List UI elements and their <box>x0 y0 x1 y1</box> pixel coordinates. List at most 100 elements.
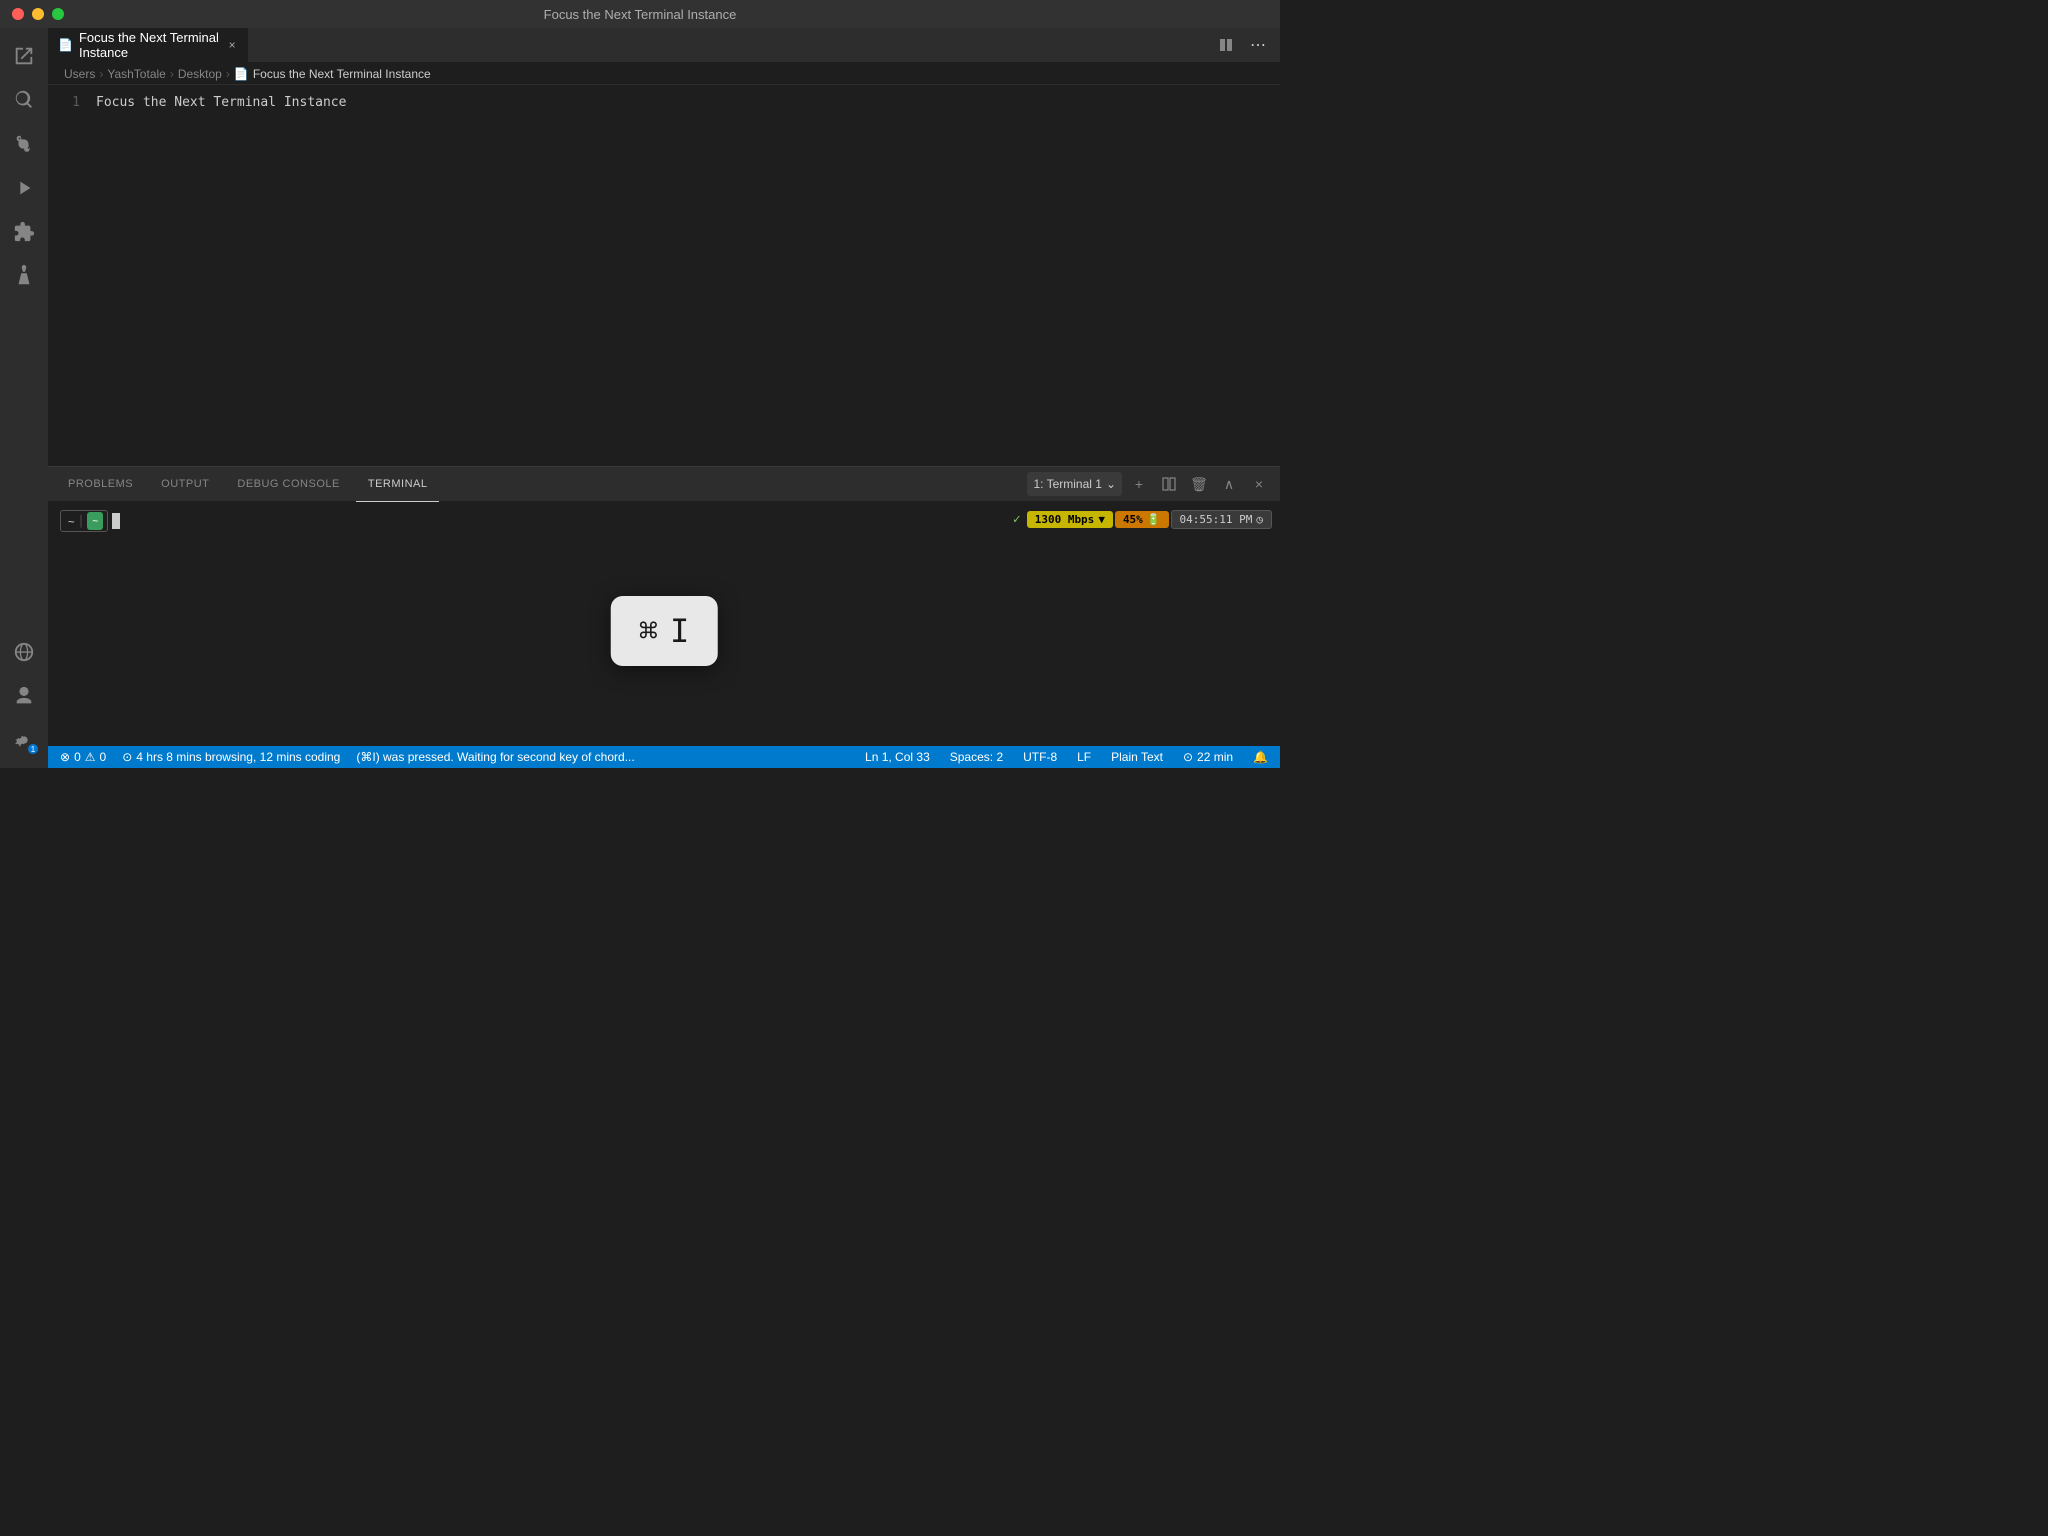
tab-terminal[interactable]: TERMINAL <box>356 467 440 502</box>
terminal-select[interactable]: 1: Terminal 1 ⌄ <box>1027 472 1122 496</box>
line-ending-setting[interactable]: LF <box>1073 746 1095 768</box>
clock-small-icon: ⊙ <box>122 750 132 764</box>
breadcrumb-sep-3: › <box>226 67 230 81</box>
error-number: 0 <box>74 750 81 764</box>
sidebar-item-remote[interactable] <box>4 632 44 672</box>
chord-text: (⌘I) was pressed. Waiting for second key… <box>356 750 634 764</box>
battery-status-pill: 45% 🔋 <box>1115 511 1169 528</box>
bell-button[interactable]: 🔔 <box>1249 746 1272 768</box>
editor-content[interactable]: 1 Focus the Next Terminal Instance <box>48 85 1280 466</box>
breadcrumb-desktop[interactable]: Desktop <box>178 67 222 81</box>
search-icon <box>13 89 35 111</box>
warning-icon: ⚠ <box>85 750 96 764</box>
battery-level: 45% <box>1123 513 1143 526</box>
sidebar-item-search[interactable] <box>4 80 44 120</box>
more-actions-icon: ⋯ <box>1250 35 1266 55</box>
breadcrumb-file-icon: 📄 <box>234 67 249 81</box>
line-number-1: 1 <box>56 93 96 114</box>
prompt-home: ~ <box>68 515 75 528</box>
status-bar-left: ⊗ 0 ⚠ 0 ⊙ 4 hrs 8 mins browsing, 12 mins… <box>56 746 639 768</box>
breadcrumb-yashtotale[interactable]: YashTotale <box>107 67 165 81</box>
timing-status[interactable]: ⊙ 4 hrs 8 mins browsing, 12 mins coding <box>118 746 344 768</box>
breadcrumb-users[interactable]: Users <box>64 67 95 81</box>
tab-debug-label: DEBUG CONSOLE <box>237 478 339 490</box>
sidebar-item-extensions[interactable] <box>4 212 44 252</box>
minimize-button[interactable] <box>32 8 44 20</box>
more-actions-button[interactable]: ⋯ <box>1244 31 1272 59</box>
kill-terminal-button[interactable]: 🗑 <box>1186 471 1212 497</box>
prompt-git: ~ <box>87 512 103 530</box>
tab-label: Focus the Next Terminal Instance <box>79 30 220 60</box>
file-icon: 📄 <box>58 38 73 52</box>
activity-bar: 1 <box>0 28 48 768</box>
breadcrumb-file-label: Focus the Next Terminal Instance <box>253 67 431 81</box>
sidebar-item-testing[interactable] <box>4 256 44 296</box>
panel-maximize-button[interactable]: ∧ <box>1216 471 1242 497</box>
tab-terminal-label: TERMINAL <box>368 478 428 490</box>
editor-tab-active[interactable]: 📄 Focus the Next Terminal Instance × <box>48 27 248 62</box>
test-icon <box>13 265 35 287</box>
terminal-content[interactable]: ~ │ ~ ✓ 1300 Mbps ▼ 45% <box>48 502 1280 746</box>
panel: PROBLEMS OUTPUT DEBUG CONSOLE TERMINAL 1… <box>48 466 1280 746</box>
warning-number: 0 <box>100 750 107 764</box>
app-container: 1 📄 Focus the Next Terminal Instance × ⋯ <box>0 28 1280 768</box>
editor-area: 1 Focus the Next Terminal Instance <box>48 85 1280 466</box>
activity-bar-bottom: 1 <box>4 632 44 768</box>
breadcrumb: Users › YashTotale › Desktop › 📄 Focus t… <box>48 63 1280 85</box>
sidebar-item-account[interactable] <box>4 676 44 716</box>
sidebar-item-settings[interactable]: 1 <box>4 720 44 760</box>
wifi-icon: ▼ <box>1098 513 1105 526</box>
line-content-1: Focus the Next Terminal Instance <box>96 93 346 114</box>
tab-close-button[interactable]: × <box>226 37 238 53</box>
error-count[interactable]: ⊗ 0 ⚠ 0 <box>56 746 110 768</box>
spaces-text: Spaces: 2 <box>950 750 1003 764</box>
cursor-position[interactable]: Ln 1, Col 33 <box>861 746 934 768</box>
status-bar-right: Ln 1, Col 33 Spaces: 2 UTF-8 LF Plain Te… <box>861 746 1272 768</box>
panel-tab-actions: 1: Terminal 1 ⌄ + 🗑 ∧ × <box>1027 471 1272 497</box>
timing-icon: ⊙ <box>1183 750 1193 764</box>
sidebar-item-run[interactable] <box>4 168 44 208</box>
panel-tab-bar: PROBLEMS OUTPUT DEBUG CONSOLE TERMINAL 1… <box>48 467 1280 502</box>
spaces-setting[interactable]: Spaces: 2 <box>946 746 1007 768</box>
line-ending-text: LF <box>1077 750 1091 764</box>
status-bar: ⊗ 0 ⚠ 0 ⊙ 4 hrs 8 mins browsing, 12 mins… <box>48 746 1280 768</box>
tab-problems-label: PROBLEMS <box>68 478 133 490</box>
terminal-select-chevron: ⌄ <box>1106 477 1116 491</box>
split-editor-button[interactable] <box>1212 31 1240 59</box>
language-setting[interactable]: Plain Text <box>1107 746 1167 768</box>
tab-problems[interactable]: PROBLEMS <box>56 467 145 502</box>
minimap <box>1220 85 1280 466</box>
tab-output[interactable]: OUTPUT <box>149 467 221 502</box>
prompt-separator: │ <box>78 515 85 528</box>
editor-line-1: 1 Focus the Next Terminal Instance <box>48 93 1280 114</box>
split-terminal-icon <box>1162 477 1176 491</box>
prompt-segment: ~ │ ~ <box>60 510 108 532</box>
new-terminal-button[interactable]: + <box>1126 471 1152 497</box>
close-button[interactable] <box>12 8 24 20</box>
activity-bar-top <box>4 36 44 628</box>
panel-close-button[interactable]: × <box>1246 471 1272 497</box>
terminal-right-status: ✓ 1300 Mbps ▼ 45% 🔋 04:55:11 PM ◷ <box>1013 510 1272 529</box>
tab-actions: ⋯ <box>1212 27 1280 62</box>
breadcrumb-sep-2: › <box>170 67 174 81</box>
time-status-pill: 04:55:11 PM ◷ <box>1171 510 1272 529</box>
settings-badge: 1 <box>28 744 38 754</box>
breadcrumb-sep-1: › <box>99 67 103 81</box>
run-icon <box>13 177 35 199</box>
timing-right[interactable]: ⊙ 22 min <box>1179 746 1237 768</box>
tab-debug-console[interactable]: DEBUG CONSOLE <box>225 467 351 502</box>
check-icon: ✓ <box>1013 512 1021 527</box>
language-text: Plain Text <box>1111 750 1163 764</box>
sidebar-item-explorer[interactable] <box>4 36 44 76</box>
encoding-setting[interactable]: UTF-8 <box>1019 746 1061 768</box>
breadcrumb-file[interactable]: 📄 Focus the Next Terminal Instance <box>234 67 431 81</box>
terminal-select-label: 1: Terminal 1 <box>1033 477 1101 491</box>
timing-text: 4 hrs 8 mins browsing, 12 mins coding <box>136 750 340 764</box>
title-bar: Focus the Next Terminal Instance <box>0 0 1280 28</box>
sidebar-item-source-control[interactable] <box>4 124 44 164</box>
error-icon: ⊗ <box>60 750 70 764</box>
split-terminal-button[interactable] <box>1156 471 1182 497</box>
account-icon <box>13 685 35 707</box>
maximize-button[interactable] <box>52 8 64 20</box>
main-content: 📄 Focus the Next Terminal Instance × ⋯ U… <box>48 28 1280 768</box>
